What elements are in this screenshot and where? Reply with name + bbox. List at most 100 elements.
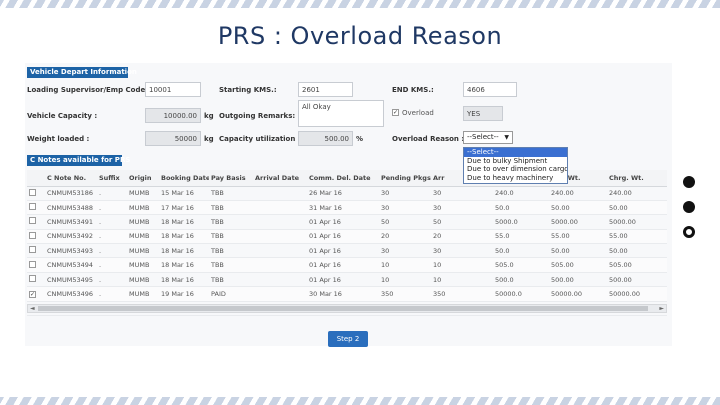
table-cell: 50.0 — [493, 243, 549, 259]
table-cell: . — [97, 200, 127, 216]
table-row[interactable]: CNMUM53495. MUMB 18 Mar 16 TBB 01 Apr 16 10 10… — [27, 272, 667, 288]
row-checkbox[interactable] — [29, 217, 36, 225]
column-header[interactable]: Pay Basis — [209, 170, 253, 187]
weight-loaded-label: Weight loaded : — [27, 135, 90, 143]
row-checkbox-cell[interactable] — [27, 186, 45, 201]
reason-option[interactable]: Due to bulky Shipment — [464, 157, 567, 166]
overload-reason-dropdown[interactable]: --Select-- Due to bulky Shipment Due to … — [463, 147, 568, 184]
slide-title: PRS : Overload Reason — [217, 22, 503, 50]
row-checkbox-cell[interactable] — [27, 243, 45, 259]
table-cell — [253, 229, 307, 245]
scrollbar-thumb[interactable] — [38, 306, 648, 311]
table-cell: 50.00 — [607, 243, 667, 259]
table-cell: 18 Mar 16 — [159, 229, 209, 245]
row-checkbox[interactable] — [29, 188, 36, 196]
outgoing-remarks-textarea[interactable]: All Okay — [298, 100, 384, 127]
row-checkbox[interactable] — [29, 231, 36, 239]
table-cell: 50.00 — [549, 200, 607, 216]
table-cell: 50 — [379, 214, 431, 230]
table-cell: MUMB — [127, 286, 159, 302]
table-cell: 18 Mar 16 — [159, 214, 209, 230]
table-cell: 50.00 — [607, 200, 667, 216]
table-cell: . — [97, 286, 127, 302]
table-cell — [253, 214, 307, 230]
table-cell: 30 — [431, 186, 493, 201]
table-row[interactable]: CNMUM53186. MUMB 15 Mar 16 TBB 26 Mar 16 30 30… — [27, 186, 667, 201]
overload-label: Overload — [402, 109, 434, 117]
table-row[interactable]: CNMUM53494. MUMB 18 Mar 16 TBB 01 Apr 16 10 10… — [27, 257, 667, 273]
horizontal-scrollbar[interactable]: ◄ ► — [27, 304, 667, 313]
table-cell: 10 — [431, 272, 493, 288]
row-checkbox-cell[interactable] — [27, 229, 45, 245]
row-checkbox[interactable] — [29, 203, 36, 211]
table-cell: . — [97, 229, 127, 245]
table-cell: CNMUM53488 — [45, 200, 97, 216]
column-header[interactable]: Booking Date — [159, 170, 209, 187]
table-row[interactable]: CNMUM53491. MUMB 18 Mar 16 TBB 01 Apr 16 50 50… — [27, 214, 667, 230]
table-row[interactable]: ✓ CNMUM53496. MUMB 19 Mar 16 PAID 30 Mar 16 35… — [27, 286, 667, 302]
table-cell: 50000.00 — [607, 286, 667, 302]
hollow-bullet-icon — [683, 226, 695, 238]
table-cell: 505.00 — [549, 257, 607, 273]
column-header[interactable]: Origin — [127, 170, 159, 187]
row-checkbox[interactable] — [29, 275, 36, 283]
overload-checkbox[interactable]: ✓ — [392, 109, 399, 116]
scroll-left-icon[interactable]: ◄ — [30, 305, 35, 312]
overload-reason-select[interactable]: --Select-- ▼ — [463, 131, 513, 144]
chevron-down-icon: ▼ — [504, 134, 509, 141]
table-cell: 31 Mar 16 — [307, 200, 379, 216]
column-header[interactable]: Chrg. Wt. — [607, 170, 667, 187]
row-checkbox-cell[interactable]: ✓ — [27, 286, 45, 302]
table-cell: TBB — [209, 200, 253, 216]
column-header[interactable]: Suffix — [97, 170, 127, 187]
column-header[interactable]: Pending Pkgs. — [379, 170, 431, 187]
table-row[interactable]: CNMUM53492. MUMB 18 Mar 16 TBB 01 Apr 16 20 20… — [27, 229, 667, 245]
row-checkbox-cell[interactable] — [27, 214, 45, 230]
table-cell: 5000.00 — [549, 214, 607, 230]
reason-option[interactable]: Due to over dimension cargo — [464, 165, 567, 174]
filled-bullet-icon — [683, 201, 695, 213]
row-checkbox[interactable] — [29, 260, 36, 268]
reason-option[interactable]: Due to heavy machinery — [464, 174, 567, 183]
row-checkbox[interactable] — [29, 246, 36, 254]
table-row[interactable]: CNMUM53493. MUMB 18 Mar 16 TBB 01 Apr 16 30 30… — [27, 243, 667, 259]
table-cell: 350 — [431, 286, 493, 302]
table-cell: 50 — [431, 214, 493, 230]
end-kms-input[interactable]: 4606 — [463, 82, 517, 97]
row-checkbox-cell[interactable] — [27, 200, 45, 216]
row-checkbox-cell[interactable] — [27, 272, 45, 288]
scroll-right-icon[interactable]: ► — [659, 305, 664, 312]
row-checkbox-cell[interactable] — [27, 257, 45, 273]
step-2-button[interactable]: Step 2 — [328, 331, 368, 347]
capacity-utilization-input: 500.00 — [298, 131, 353, 146]
starting-kms-input[interactable]: 2601 — [298, 82, 353, 97]
table-cell: MUMB — [127, 257, 159, 273]
table-cell: CNMUM53493 — [45, 243, 97, 259]
table-cell: 240.00 — [607, 186, 667, 201]
column-header[interactable] — [27, 170, 45, 187]
column-header[interactable]: Arrival Date — [253, 170, 307, 187]
table-cell: 01 Apr 16 — [307, 214, 379, 230]
table-cell: CNMUM53492 — [45, 229, 97, 245]
column-header[interactable]: Comm. Del. Date — [307, 170, 379, 187]
table-cell: 20 — [379, 229, 431, 245]
column-header[interactable]: C Note No. — [45, 170, 97, 187]
table-cell: 30 — [379, 200, 431, 216]
table-cell: 15 Mar 16 — [159, 186, 209, 201]
table-cell: TBB — [209, 272, 253, 288]
table-cell: . — [97, 257, 127, 273]
row-checkbox[interactable]: ✓ — [29, 290, 36, 298]
table-cell: MUMB — [127, 229, 159, 245]
overload-reason-selected: --Select-- — [467, 133, 499, 141]
table-cell: 500.00 — [549, 272, 607, 288]
table-cell: MUMB — [127, 272, 159, 288]
table-cell: TBB — [209, 214, 253, 230]
table-cell: 30 Mar 16 — [307, 286, 379, 302]
cnotes-header: C Notes available for PRS — [27, 155, 130, 166]
loading-supervisor-input[interactable]: 10001 — [145, 82, 201, 97]
table-cell — [253, 186, 307, 201]
table-cell: CNMUM53491 — [45, 214, 97, 230]
table-row[interactable]: CNMUM53488. MUMB 17 Mar 16 TBB 31 Mar 16 30 30… — [27, 200, 667, 216]
utilization-unit: % — [356, 135, 364, 143]
reason-option[interactable]: --Select-- — [464, 148, 567, 157]
